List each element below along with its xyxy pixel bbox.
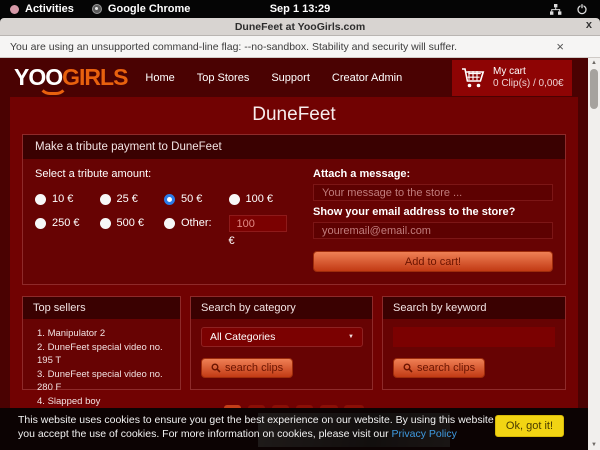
- list-item[interactable]: Slapped boy: [37, 395, 170, 409]
- site-header: YOOGIRLS Home Top Stores Support Creator…: [0, 58, 588, 97]
- amount-option-label: 500 €: [117, 217, 145, 229]
- amount-radio-250[interactable]: 250 €: [35, 217, 100, 229]
- list-item[interactable]: DuneFeet special video no. 280 F: [37, 368, 170, 395]
- list-item[interactable]: Manipulator 2: [37, 327, 170, 341]
- radio-icon[interactable]: [164, 218, 175, 229]
- logo-text-y: Y: [14, 64, 28, 90]
- main-nav: Home Top Stores Support Creator Admin: [145, 72, 402, 84]
- my-cart-widget[interactable]: My cart 0 Clip(s) / 0,00€: [452, 60, 572, 96]
- amount-option-label: 100 €: [246, 193, 274, 205]
- search-icon: [211, 363, 221, 373]
- infobar-close-icon[interactable]: ×: [556, 39, 564, 54]
- search-clips-label: search clips: [225, 362, 283, 374]
- message-input[interactable]: [313, 184, 553, 201]
- cookie-accept-button[interactable]: Ok, got it!: [495, 415, 564, 437]
- cookie-message: This website uses cookies to ensure you …: [18, 413, 498, 441]
- top-sellers-header: Top sellers: [23, 297, 180, 319]
- list-item[interactable]: DuneFeet special video no. 195 T: [37, 341, 170, 368]
- radio-icon[interactable]: [164, 194, 175, 205]
- amount-radio-10[interactable]: 10 €: [35, 193, 100, 205]
- search-keyword-header: Search by keyword: [383, 297, 565, 319]
- search-category-panel: Search by category All Categories ▼ sear…: [190, 296, 373, 390]
- window-title: DuneFeet at YooGirls.com: [0, 21, 600, 33]
- scrollbar[interactable]: ▲ ▼: [588, 58, 600, 450]
- gnome-top-bar: Activities Google Chrome Sep 1 13:29: [0, 0, 600, 18]
- amount-radio-100[interactable]: 100 €: [229, 193, 294, 205]
- email-input[interactable]: [313, 222, 553, 239]
- currency-label: €: [229, 235, 294, 247]
- search-clips-category-button[interactable]: search clips: [201, 358, 293, 378]
- browser-viewport: ▲ ▼ YOOGIRLS Home Top Stores Support Cre…: [0, 58, 600, 450]
- amount-label: Select a tribute amount:: [35, 168, 293, 180]
- window-titlebar[interactable]: DuneFeet at YooGirls.com x: [0, 18, 600, 36]
- amount-option-label: 50 €: [181, 193, 202, 205]
- scrollbar-thumb[interactable]: [590, 69, 598, 109]
- nav-item-home[interactable]: Home: [145, 72, 174, 84]
- search-keyword-panel: Search by keyword search clips: [382, 296, 566, 390]
- cart-title: My cart: [493, 66, 564, 78]
- nav-item-creator-admin[interactable]: Creator Admin: [332, 72, 402, 84]
- clock[interactable]: Sep 1 13:29: [0, 3, 600, 15]
- keyword-input[interactable]: [393, 327, 555, 347]
- chrome-infobar: You are using an unsupported command-lin…: [0, 36, 600, 58]
- site-logo[interactable]: YOOGIRLS: [14, 66, 127, 89]
- amount-options: 10 € 25 € 50 €: [35, 193, 293, 247]
- category-select-value: All Categories: [210, 331, 275, 343]
- other-amount-input[interactable]: [229, 215, 287, 232]
- email-label: Show your email address to the store?: [313, 206, 553, 218]
- add-to-cart-button[interactable]: Add to cart!: [313, 251, 553, 272]
- cookie-consent-bar: This website uses cookies to ensure you …: [0, 408, 588, 450]
- radio-icon[interactable]: [35, 218, 46, 229]
- page-title: DuneFeet: [10, 97, 578, 134]
- radio-icon[interactable]: [100, 218, 111, 229]
- amount-option-label: Other:: [181, 217, 212, 229]
- top-sellers-panel: Top sellers Manipulator 2 DuneFeet speci…: [22, 296, 181, 390]
- nav-item-top-stores[interactable]: Top Stores: [197, 72, 250, 84]
- amount-radio-500[interactable]: 500 €: [100, 217, 165, 229]
- amount-radio-25[interactable]: 25 €: [100, 193, 165, 205]
- infobar-message: You are using an unsupported command-lin…: [10, 41, 457, 53]
- message-label: Attach a message:: [313, 168, 553, 180]
- page-content: DuneFeet Make a tribute payment to DuneF…: [10, 97, 578, 408]
- privacy-policy-link[interactable]: Privacy Policy: [392, 428, 457, 440]
- amount-option-label: 10 €: [52, 193, 73, 205]
- radio-icon[interactable]: [35, 194, 46, 205]
- logo-text-girls: GIRLS: [62, 64, 127, 90]
- search-icon: [403, 363, 413, 373]
- chevron-down-icon: ▼: [348, 334, 354, 340]
- cart-icon: [460, 65, 486, 91]
- amount-radio-50[interactable]: 50 €: [164, 193, 229, 205]
- tribute-panel: Make a tribute payment to DuneFeet Selec…: [22, 134, 566, 285]
- scroll-up-icon[interactable]: ▲: [591, 58, 597, 68]
- radio-icon[interactable]: [100, 194, 111, 205]
- search-category-header: Search by category: [191, 297, 372, 319]
- logo-smile-icon: [38, 83, 68, 95]
- amount-option-label: 25 €: [117, 193, 138, 205]
- amount-option-label: 250 €: [52, 217, 80, 229]
- search-clips-keyword-button[interactable]: search clips: [393, 358, 485, 378]
- nav-item-support[interactable]: Support: [271, 72, 310, 84]
- cart-summary: 0 Clip(s) / 0,00€: [493, 78, 564, 90]
- amount-radio-other[interactable]: Other:: [164, 217, 229, 229]
- tribute-panel-header: Make a tribute payment to DuneFeet: [23, 135, 565, 159]
- category-select[interactable]: All Categories ▼: [201, 327, 363, 347]
- search-clips-label: search clips: [417, 362, 475, 374]
- scroll-down-icon[interactable]: ▼: [591, 440, 597, 450]
- radio-icon[interactable]: [229, 194, 240, 205]
- window-close-button[interactable]: x: [586, 19, 592, 31]
